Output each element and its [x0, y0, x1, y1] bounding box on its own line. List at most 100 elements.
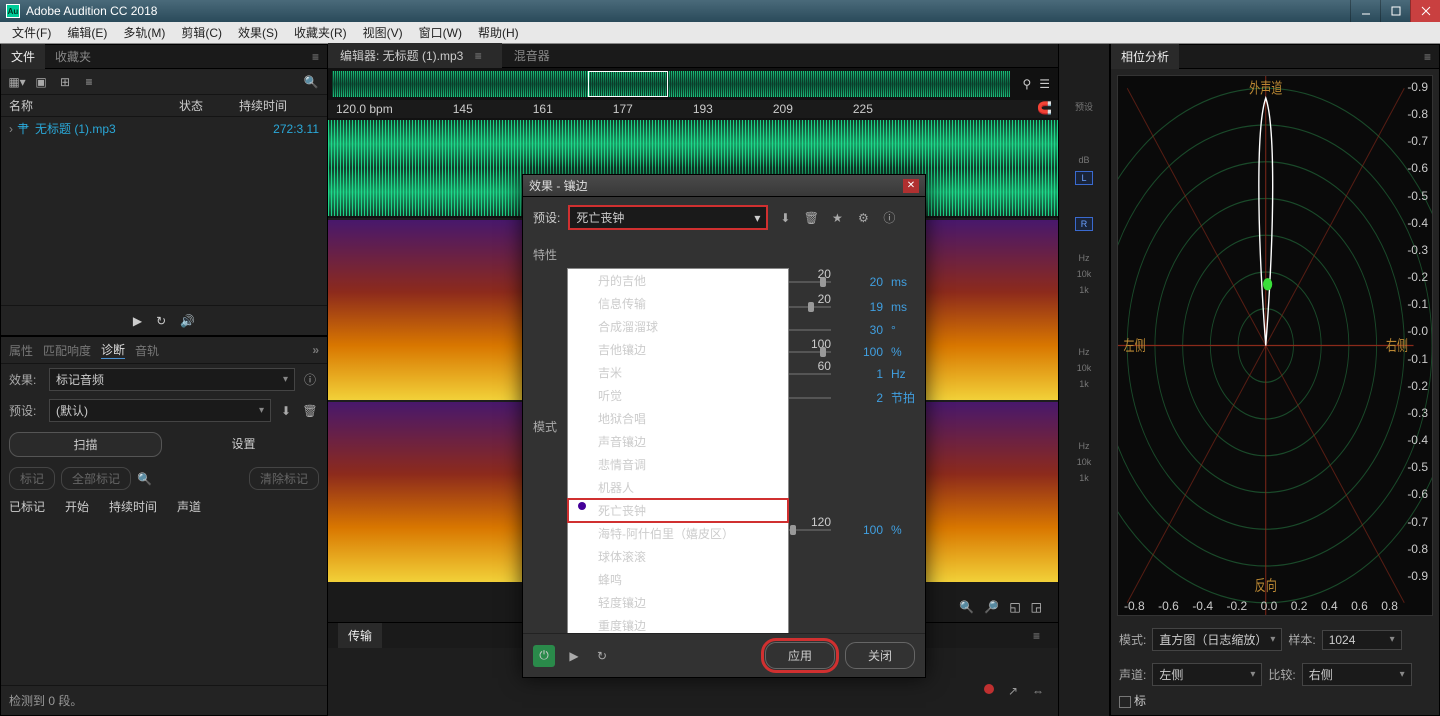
filter-icon[interactable]: ≡ [81, 74, 97, 90]
zoom-sel-icon[interactable]: ◲ [1031, 600, 1042, 614]
tab-editor[interactable]: 编辑器: 无标题 (1).mp3 ≡ [328, 43, 502, 68]
preset-option[interactable]: 信息传输 [568, 292, 788, 315]
export-icon[interactable]: ↗ [1008, 684, 1018, 698]
preset-option[interactable]: 海特-阿什伯里（嬉皮区） [568, 522, 788, 545]
phase-mode-select[interactable]: 直方图（日志缩放）▾ [1152, 628, 1282, 651]
phase-channel-select[interactable]: 左侧▾ [1152, 663, 1262, 686]
panel-menu-icon[interactable]: ≡ [304, 46, 327, 68]
play-icon[interactable]: ▶ [133, 314, 142, 328]
subtab-more[interactable]: » [312, 343, 319, 357]
power-toggle[interactable]: ⏻ [533, 645, 555, 667]
minimize-button[interactable] [1350, 0, 1380, 22]
record-icon[interactable]: ▣ [33, 74, 49, 90]
preset-option[interactable]: 蜂鸣 [568, 568, 788, 591]
phase-samples-select[interactable]: 1024▾ [1322, 630, 1402, 650]
download-preset-icon[interactable]: ⬇ [277, 402, 295, 420]
subtab-properties[interactable]: 属性 [9, 342, 33, 359]
zoom-icon[interactable]: ⚲ [1022, 77, 1031, 91]
dialog-close-footer-button[interactable]: 关闭 [845, 642, 915, 669]
preset-option[interactable]: 丹的吉他 [568, 269, 788, 292]
col-status[interactable]: 状态 [179, 97, 239, 114]
preview-play-icon[interactable]: ▶ [565, 647, 583, 665]
preset-option[interactable]: 吉米 [568, 361, 788, 384]
subtab-track[interactable]: 音轨 [135, 342, 159, 359]
tab-mixer[interactable]: 混音器 [502, 43, 562, 68]
preset-option[interactable]: 吉他镶边 [568, 338, 788, 361]
insert-icon[interactable]: ⊞ [57, 74, 73, 90]
settings-icon[interactable]: ⚙ [854, 209, 872, 227]
timeline-ruler[interactable]: 120.0 bpm 145 161 177 193 209 225 🧲 [328, 100, 1058, 118]
phase-scope[interactable]: 外声道 左侧 右侧 反向 -0.9-0.8-0.7 -0.6-0.5-0.4 -… [1117, 75, 1433, 616]
preset-option[interactable]: 合成溜溜球 [568, 315, 788, 338]
menu-favorites[interactable]: 收藏夹(R) [288, 22, 353, 43]
subtab-loudness[interactable]: 匹配响度 [43, 342, 91, 359]
preset-option[interactable]: 机器人 [568, 476, 788, 499]
save-preset-icon[interactable]: ⬇ [776, 209, 794, 227]
dialog-preset-select[interactable]: 死亡丧钟▾ [568, 205, 768, 230]
help-info-icon[interactable]: ⓘ [880, 209, 898, 227]
dialog-close-button[interactable]: ✕ [903, 179, 919, 193]
col-duration[interactable]: 持续时间 [239, 97, 287, 114]
subtab-diagnostics[interactable]: 诊断 [101, 341, 125, 359]
transport-menu-icon[interactable]: ≡ [1025, 625, 1048, 647]
menu-edit[interactable]: 编辑(E) [61, 22, 113, 43]
channel-l-button[interactable]: L [1075, 171, 1093, 185]
preset-option[interactable]: 声音镶边 [568, 430, 788, 453]
expand-icon[interactable]: › [9, 122, 13, 136]
preview-loop-icon[interactable]: ↻ [593, 647, 611, 665]
overview-selection[interactable] [588, 71, 668, 97]
phase-compare-select[interactable]: 右侧▾ [1302, 663, 1412, 686]
menu-window[interactable]: 窗口(W) [413, 22, 468, 43]
zoom-out-icon[interactable]: 🔎 [984, 600, 999, 614]
close-button[interactable] [1410, 0, 1440, 22]
clear-marks-button[interactable]: 清除标记 [249, 467, 319, 490]
record-indicator-icon[interactable] [984, 684, 994, 694]
mark-button[interactable]: 标记 [9, 467, 55, 490]
tab-phase[interactable]: 相位分析 [1111, 44, 1179, 69]
zoom-in-icon[interactable]: 🔍 [959, 600, 974, 614]
search-icon[interactable]: 🔍 [303, 74, 319, 90]
phase-menu-icon[interactable]: ≡ [1416, 46, 1439, 68]
col-name[interactable]: 名称 [9, 97, 179, 114]
file-row[interactable]: › ⺺ 无标题 (1).mp3 272:3.11 [1, 117, 327, 140]
autoplay-icon[interactable]: 🔊 [180, 314, 195, 328]
zoom-full-icon[interactable]: ◱ [1009, 600, 1020, 614]
magnet-icon[interactable]: 🧲 [1037, 101, 1052, 115]
preset-dropdown[interactable]: 丹的吉他信息传输合成溜溜球吉他镶边吉米听觉地狱合唱声音镶边悲情音调机器人死亡丧钟… [567, 268, 789, 633]
preset-select[interactable]: (默认)▾ [49, 399, 271, 422]
preset-option[interactable]: 死亡丧钟 [568, 499, 788, 522]
loop-icon[interactable]: ↻ [156, 314, 166, 328]
maximize-button[interactable] [1380, 0, 1410, 22]
preset-option[interactable]: 球体滚滚 [568, 545, 788, 568]
delete-preset-icon[interactable]: 🗑 [301, 402, 319, 420]
menu-help[interactable]: 帮助(H) [472, 22, 525, 43]
menu-multitrack[interactable]: 多轨(M) [117, 22, 171, 43]
tab-files[interactable]: 文件 [1, 44, 45, 69]
open-file-icon[interactable]: ▦▾ [9, 74, 25, 90]
phase-checkbox[interactable]: 标 [1119, 692, 1146, 709]
preset-option[interactable]: 听觉 [568, 384, 788, 407]
search-markers-icon[interactable]: 🔍 [137, 472, 152, 486]
channel-r-button[interactable]: R [1075, 217, 1093, 231]
favorite-preset-icon[interactable]: ★ [828, 209, 846, 227]
link-icon[interactable]: ⇔ [1032, 684, 1044, 698]
menu-effects[interactable]: 效果(S) [232, 22, 284, 43]
scan-button[interactable]: 扫描 [9, 432, 162, 457]
tab-favorites[interactable]: 收藏夹 [45, 44, 101, 69]
preset-option[interactable]: 重度镶边 [568, 614, 788, 633]
menu-clip[interactable]: 剪辑(C) [175, 22, 228, 43]
preset-option[interactable]: 轻度镶边 [568, 591, 788, 614]
preset-option[interactable]: 地狱合唱 [568, 407, 788, 430]
preset-option[interactable]: 悲情音调 [568, 453, 788, 476]
menu-file[interactable]: 文件(F) [6, 22, 57, 43]
overview-waveform[interactable]: ⚲ ☰ [328, 68, 1058, 100]
settings-button[interactable]: 设置 [168, 432, 319, 457]
list-view-icon[interactable]: ☰ [1039, 77, 1050, 91]
delete-preset-icon[interactable]: 🗑 [802, 209, 820, 227]
tab-transport[interactable]: 传输 [338, 623, 382, 648]
mark-all-button[interactable]: 全部标记 [61, 467, 131, 490]
menu-view[interactable]: 视图(V) [357, 22, 409, 43]
info-icon[interactable]: ⓘ [301, 371, 319, 389]
apply-button[interactable]: 应用 [765, 642, 835, 669]
effect-select[interactable]: 标记音频▾ [49, 368, 295, 391]
